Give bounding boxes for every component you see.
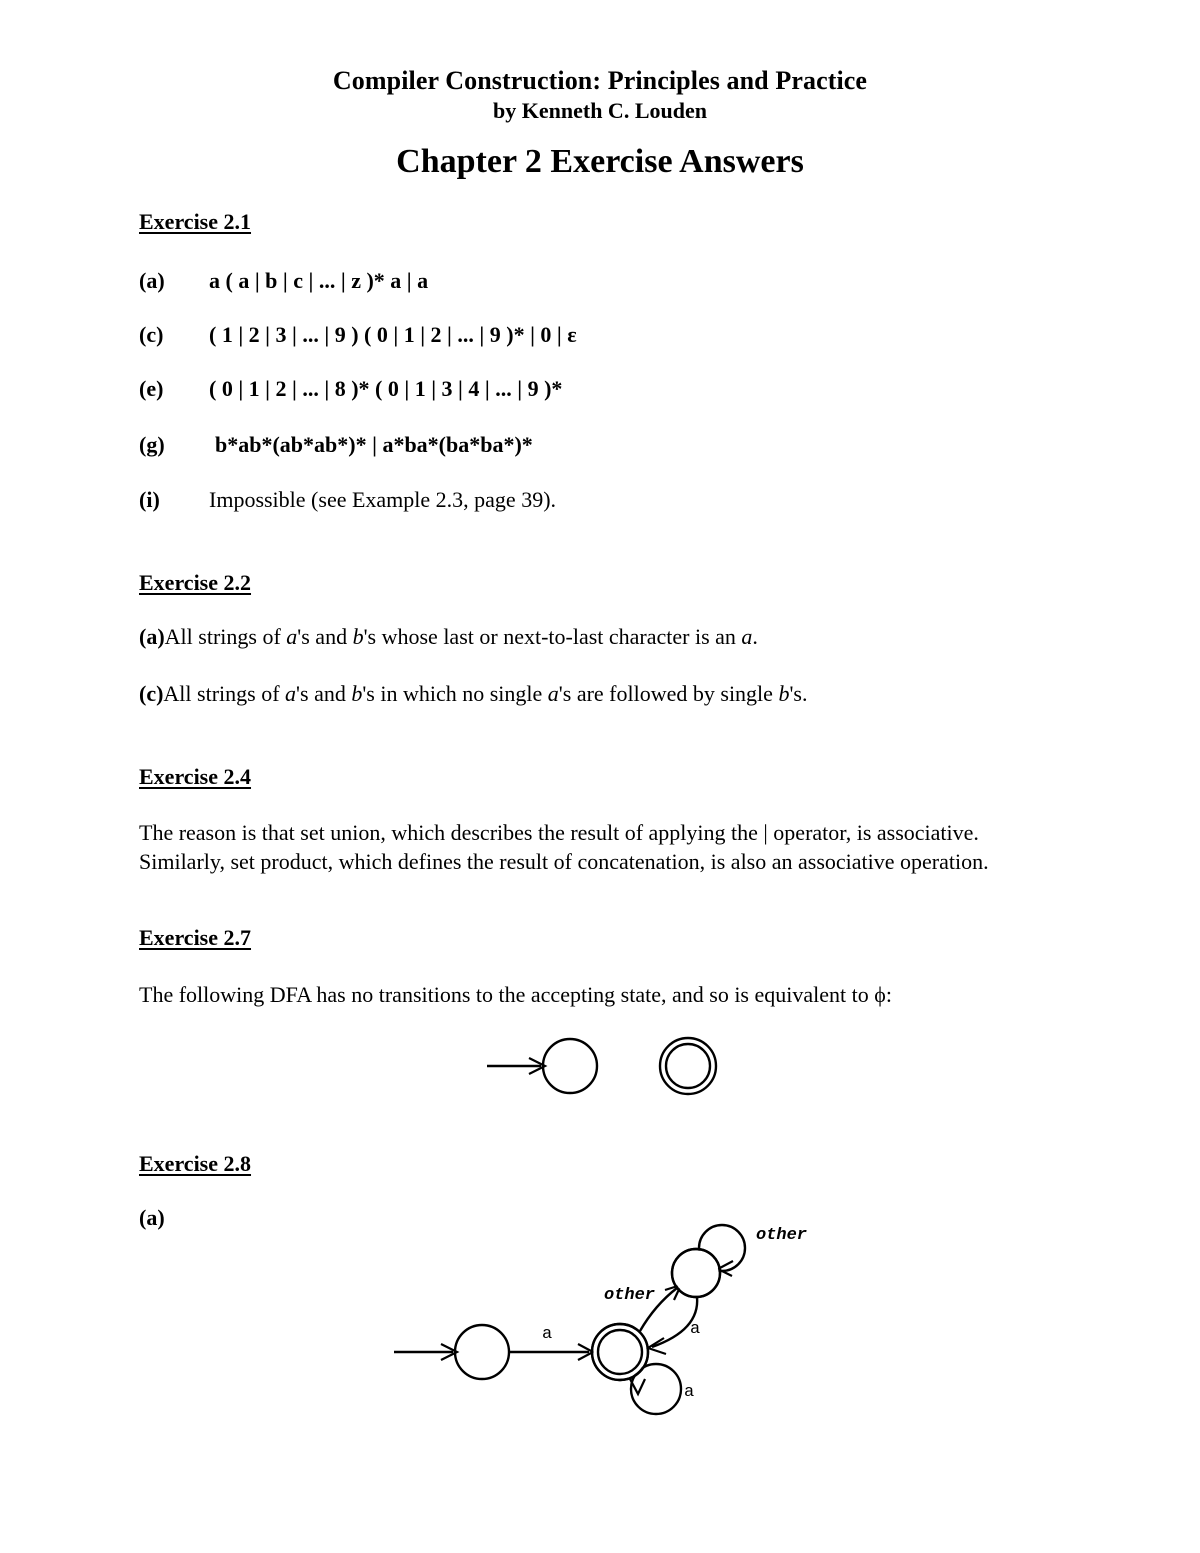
- transition-label-s2-s1: a: [690, 1320, 701, 1339]
- state-fill-mask-s2: [673, 1250, 719, 1296]
- self-loop-label-s1: a: [684, 1383, 695, 1402]
- transition-label-s1-s2: other: [604, 1286, 656, 1305]
- state-fill-mask-s1: [593, 1325, 647, 1379]
- transition-label-s0-s1: a: [542, 1325, 553, 1344]
- self-loop-label-s2: other: [756, 1226, 808, 1245]
- document-page: Compiler Construction: Principles and Pr…: [0, 0, 1200, 1553]
